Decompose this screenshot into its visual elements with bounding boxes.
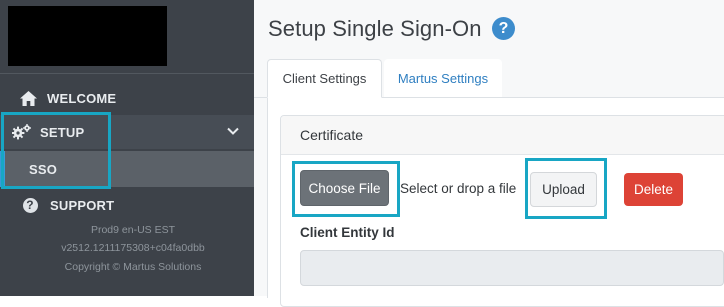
card-header: Certificate: [281, 116, 724, 155]
gears-icon: [12, 122, 32, 142]
sidebar-item-setup[interactable]: SETUP: [0, 115, 254, 149]
logo: [8, 6, 167, 66]
sidebar: WELCOME SETUP SSO ? SUPPORT Prod9 en-US …: [0, 0, 254, 296]
version-info: v2512.1211175308+c04fa0dbb: [61, 242, 205, 254]
page-title: Setup Single Sign-On: [268, 16, 482, 41]
sidebar-divider: [0, 73, 254, 74]
sidebar-item-label: SETUP: [40, 124, 85, 140]
environment-info: Prod9 en-US EST: [90, 224, 176, 236]
sidebar-item-label: WELCOME: [47, 90, 117, 106]
tab-client-settings[interactable]: Client Settings: [267, 59, 382, 98]
client-entity-id-label: Client Entity Id: [300, 225, 395, 240]
sidebar-item-welcome[interactable]: WELCOME: [0, 81, 254, 115]
card-title: Certificate: [300, 127, 364, 143]
client-entity-id-input[interactable]: [300, 250, 724, 286]
file-drop-zone[interactable]: Select or drop a file: [400, 181, 516, 196]
tab-martus-settings[interactable]: Martus Settings: [384, 59, 502, 97]
help-icon[interactable]: ?: [492, 17, 515, 40]
sidebar-item-label: SUPPORT: [50, 197, 115, 213]
help-circle-icon: ?: [20, 195, 40, 215]
choose-file-button[interactable]: Choose File: [300, 170, 389, 206]
upload-button[interactable]: Upload: [530, 172, 597, 207]
sidebar-item-sso[interactable]: SSO: [5, 151, 254, 187]
delete-button[interactable]: Delete: [624, 173, 683, 206]
sidebar-item-support[interactable]: ? SUPPORT: [0, 188, 254, 222]
copyright-info: Copyright © Martus Solutions: [64, 261, 202, 273]
home-icon: [18, 88, 38, 108]
sidebar-item-label: SSO: [29, 161, 58, 177]
chevron-down-icon[interactable]: [226, 124, 240, 138]
